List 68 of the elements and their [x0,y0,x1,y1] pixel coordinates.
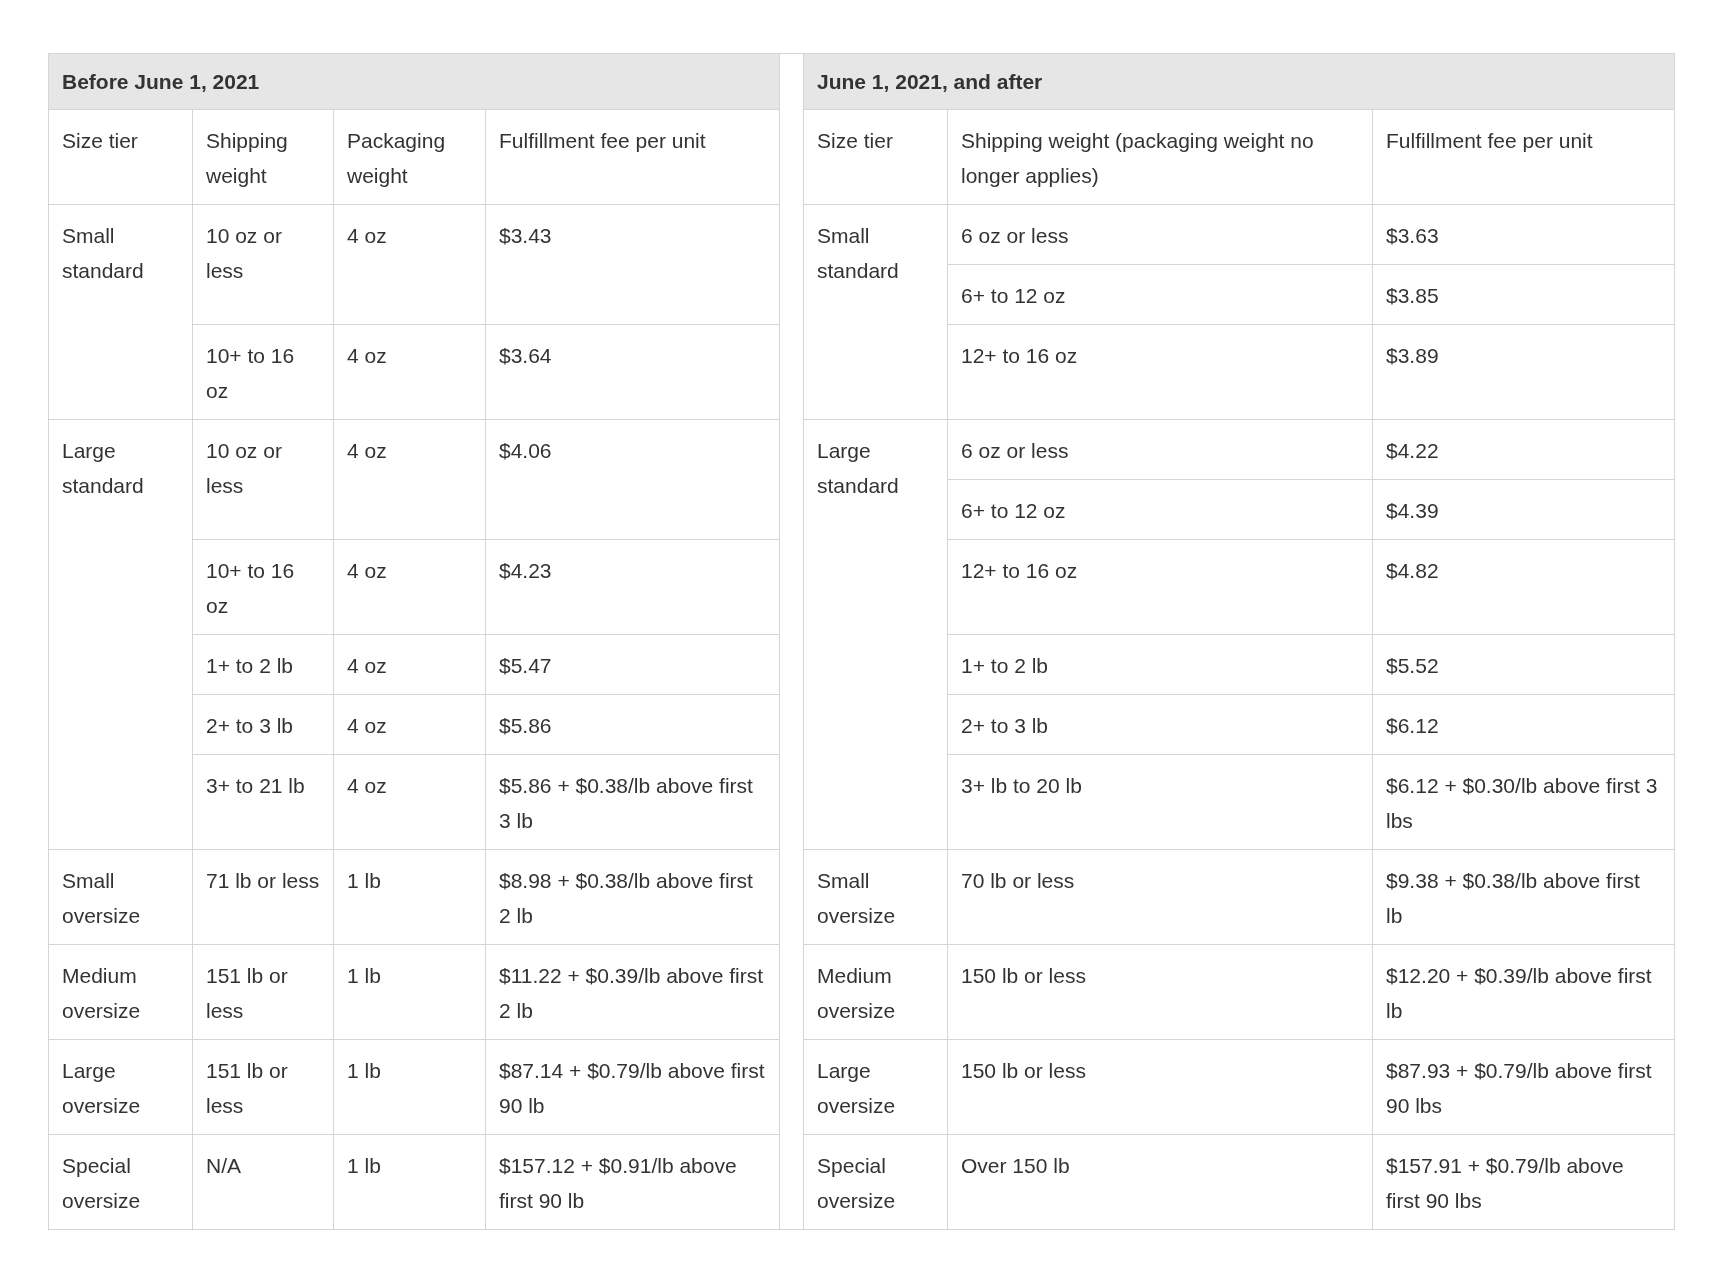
column-header: Shipping weight (packaging weight no longer applies) [947,109,1373,205]
table-cell: 151 lb or less [192,944,334,1040]
table-cell: 12+ to 16 oz [947,324,1373,420]
table-cell: 70 lb or less [947,849,1373,945]
table-cell: 3+ lb to 20 lb [947,754,1373,850]
table-cell: Special oversize [48,1134,193,1230]
table-cell: $4.39 [1372,479,1675,540]
table-cell: 6 oz or less [947,204,1373,265]
table-cell: $4.22 [1372,419,1675,480]
table-cell: 1+ to 2 lb [947,634,1373,695]
table-cell: $6.12 [1372,694,1675,755]
table-cell: $3.63 [1372,204,1675,265]
table-cell: 1 lb [333,1039,486,1135]
table-cell: N/A [192,1134,334,1230]
table-cell: 4 oz [333,539,486,635]
table-cell: Medium oversize [803,944,948,1040]
table-cell: 10+ to 16 oz [192,324,334,420]
table-cell: $4.82 [1372,539,1675,635]
table-cell: 10+ to 16 oz [192,539,334,635]
table-cell: Large standard [48,419,193,850]
table-cell: $6.12 + $0.30/lb above first 3 lbs [1372,754,1675,850]
table-cell: 4 oz [333,694,486,755]
table-cell: 6 oz or less [947,419,1373,480]
column-header: Size tier [48,109,193,205]
table-cell: 6+ to 12 oz [947,264,1373,325]
table-title: Before June 1, 2021 [48,53,780,110]
table-cell: 4 oz [333,634,486,695]
table-cell: 4 oz [333,324,486,420]
table-cell: $5.52 [1372,634,1675,695]
table-cell: Over 150 lb [947,1134,1373,1230]
table-cell: $9.38 + $0.38/lb above first lb [1372,849,1675,945]
table-cell: 151 lb or less [192,1039,334,1135]
table-cell: Large standard [803,419,948,850]
table-title: June 1, 2021, and after [803,53,1675,110]
column-header: Packaging weight [333,109,486,205]
table-cell: 4 oz [333,754,486,850]
table-cell: 3+ to 21 lb [192,754,334,850]
table-cell: Small standard [48,204,193,420]
table-cell: Small oversize [803,849,948,945]
table-cell: $157.91 + $0.79/lb above first 90 lbs [1372,1134,1675,1230]
table-cell: Medium oversize [48,944,193,1040]
table-cell: Small standard [803,204,948,420]
table-cell: 150 lb or less [947,1039,1373,1135]
table-cell: Large oversize [803,1039,948,1135]
table-cell: 2+ to 3 lb [192,694,334,755]
table-cell: 1 lb [333,1134,486,1230]
table-cell: $3.85 [1372,264,1675,325]
column-header: Shipping weight [192,109,334,205]
table-cell: 71 lb or less [192,849,334,945]
table-cell: 150 lb or less [947,944,1373,1040]
column-header: Fulfillment fee per unit [1372,109,1675,205]
table-cell: 1 lb [333,944,486,1040]
column-header: Size tier [803,109,948,205]
table-cell: 4 oz [333,204,486,325]
table-cell: 1 lb [333,849,486,945]
table-cell: 1+ to 2 lb [192,634,334,695]
table-cell: 12+ to 16 oz [947,539,1373,635]
table-cell: $3.89 [1372,324,1675,420]
table-cell: 10 oz or less [192,419,334,540]
table-cell: $12.20 + $0.39/lb above first lb [1372,944,1675,1040]
table-cell: 4 oz [333,419,486,540]
table-cell: Special oversize [803,1134,948,1230]
table-cell: $87.93 + $0.79/lb above first 90 lbs [1372,1039,1675,1135]
table-cell: 10 oz or less [192,204,334,325]
table-cell: Small oversize [48,849,193,945]
table-cell: Large oversize [48,1039,193,1135]
table-cell: 6+ to 12 oz [947,479,1373,540]
table-cell: 2+ to 3 lb [947,694,1373,755]
